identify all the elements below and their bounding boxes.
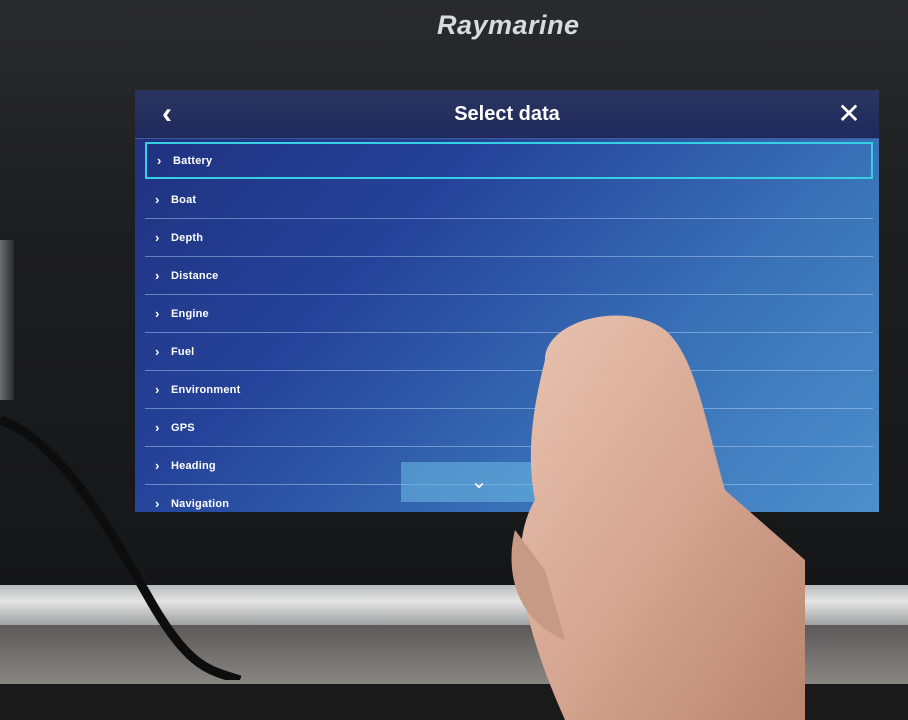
list-item-label: Distance xyxy=(171,269,219,282)
chevron-right-icon: › xyxy=(155,344,160,359)
list-item-depth[interactable]: › Depth xyxy=(145,219,873,257)
list-item-boat[interactable]: › Boat xyxy=(145,181,873,219)
chevron-down-icon: ⌄ xyxy=(470,471,488,493)
chevron-right-icon: › xyxy=(157,153,162,168)
chevron-right-icon: › xyxy=(155,306,160,321)
list-item-label: Navigation xyxy=(171,497,230,510)
dialog-header: ‹ Select data ✕ xyxy=(135,90,879,139)
dialog-title: Select data xyxy=(454,103,560,125)
list-item-fuel[interactable]: › Fuel xyxy=(145,333,873,371)
surface xyxy=(0,625,908,684)
close-icon: ✕ xyxy=(837,98,861,129)
scroll-down-button[interactable]: ⌄ xyxy=(401,462,557,502)
list-item-label: Battery xyxy=(173,154,213,167)
mounting-rail xyxy=(0,585,908,625)
list-item-environment[interactable]: › Environment xyxy=(145,371,873,409)
chevron-right-icon: › xyxy=(155,420,160,435)
chevron-right-icon: › xyxy=(155,192,160,207)
list-item-engine[interactable]: › Engine xyxy=(145,295,873,333)
chevron-right-icon: › xyxy=(155,496,160,511)
list-item-distance[interactable]: › Distance xyxy=(145,257,873,295)
list-item-label: Fuel xyxy=(171,345,195,358)
background-glare xyxy=(0,240,14,400)
data-category-list: › Battery › Boat › Depth › Distance › En… xyxy=(145,142,873,512)
list-item-label: GPS xyxy=(171,421,195,434)
brand-logo: Raymarine xyxy=(437,10,580,40)
list-item-label: Boat xyxy=(171,193,197,206)
list-item-label: Engine xyxy=(171,307,209,320)
close-button[interactable]: ✕ xyxy=(831,96,867,132)
chevron-right-icon: › xyxy=(155,382,160,397)
list-item-label: Heading xyxy=(171,459,216,472)
list-item-gps[interactable]: › GPS xyxy=(145,409,873,447)
touch-screen: ‹ Select data ✕ › Battery › Boat › Depth… xyxy=(135,90,879,512)
list-item-battery[interactable]: › Battery xyxy=(145,142,873,179)
chevron-right-icon: › xyxy=(155,268,160,283)
list-item-label: Environment xyxy=(171,383,241,396)
chevron-right-icon: › xyxy=(155,458,160,473)
chevron-right-icon: › xyxy=(155,230,160,245)
list-item-label: Depth xyxy=(171,231,204,244)
